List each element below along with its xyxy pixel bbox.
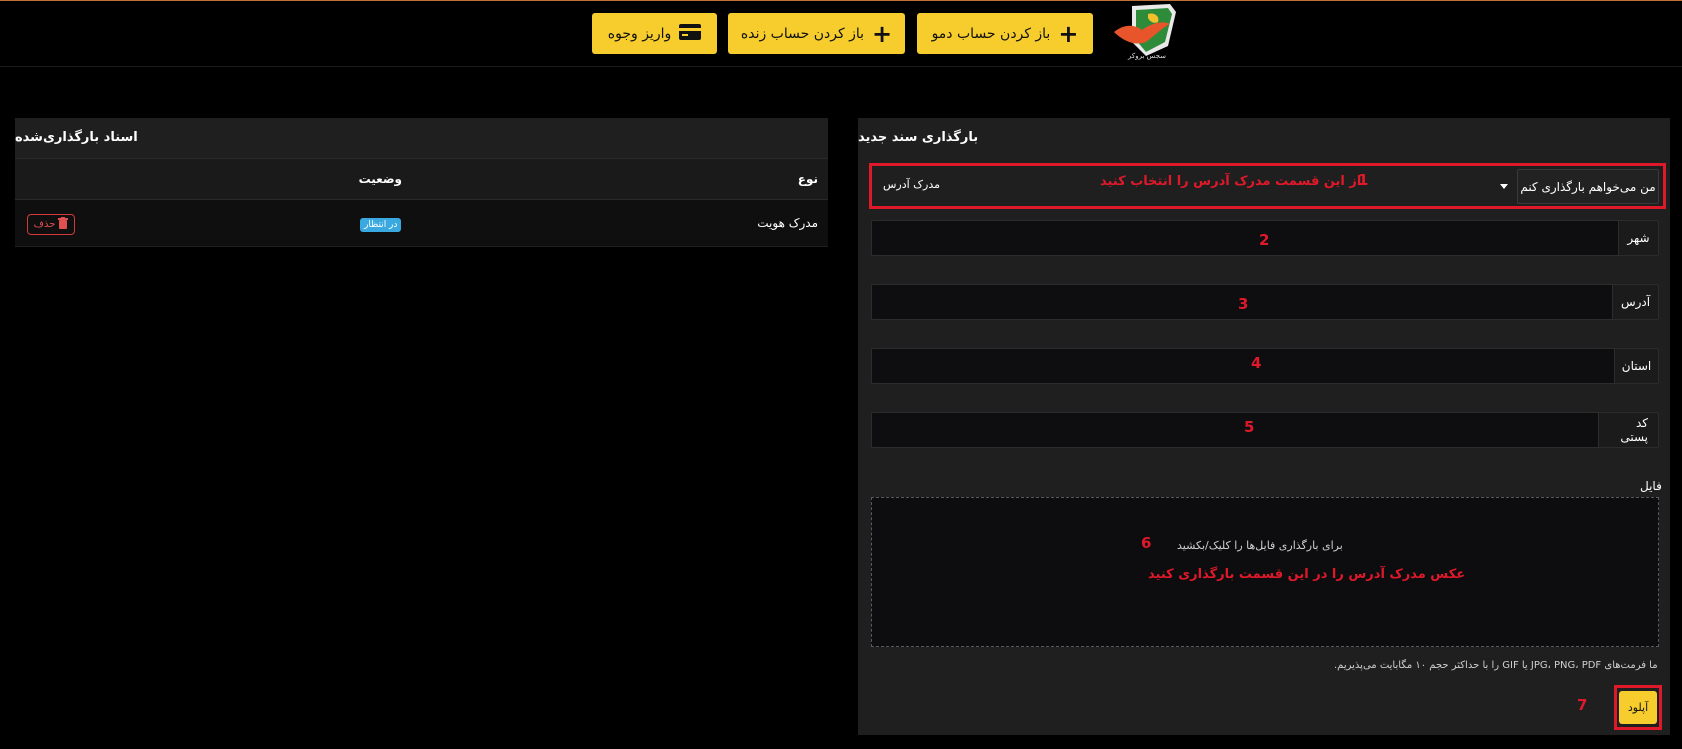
plus-icon: +	[1058, 19, 1079, 48]
province-label: استان	[1614, 349, 1658, 383]
panel-title: اسناد بارگذاری‌شده	[15, 129, 138, 145]
table-row	[15, 200, 828, 246]
brand-logo-text: سجس بروکر	[1128, 52, 1166, 60]
file-label: فایل	[1640, 479, 1662, 493]
postal-code-field[interactable]: کد پستی	[871, 412, 1659, 448]
address-field[interactable]: آدرس	[871, 284, 1659, 320]
credit-card-icon	[679, 23, 702, 44]
delete-button[interactable]: حذف	[27, 214, 75, 235]
annotation-number-5: 5	[1244, 418, 1255, 436]
open-demo-account-button[interactable]: + باز کردن حساب دمو	[917, 13, 1093, 54]
postal-code-input[interactable]	[872, 413, 1597, 447]
annotation-number-3: 3	[1238, 295, 1249, 313]
uploaded-documents-panel: اسناد بارگذاری‌شده	[15, 118, 828, 247]
column-header-type: نوع	[797, 172, 818, 186]
open-live-account-button[interactable]: + باز کردن حساب زنده	[728, 13, 905, 54]
doc-type-dropdown-label[interactable]: من می‌خواهم بارگذاری کنم	[1517, 169, 1659, 204]
panel-title: بارگذاری سند جدید	[858, 129, 979, 145]
province-input[interactable]	[872, 349, 1612, 383]
annotation-number-1: 1	[1358, 171, 1369, 189]
annotation-number-4: 4	[1251, 354, 1262, 372]
annotation-number-7: 7	[1577, 696, 1588, 714]
trash-icon	[58, 217, 69, 232]
annotation-text-6: عکس مدرک آدرس را در این قسمت بارگذاری کن…	[1148, 567, 1466, 582]
table-header	[15, 158, 828, 200]
formats-note: ما فرمت‌های JPG، PNG، PDF یا GIF را با ح…	[1334, 660, 1658, 671]
plus-icon: +	[872, 19, 893, 48]
upload-button[interactable]: آپلود	[1619, 691, 1657, 724]
annotation-text-1: از این قسمت مدرک آدرس را انتخاب کنید	[1100, 174, 1362, 189]
annotation-number-2: 2	[1259, 231, 1270, 249]
top-header: + باز کردن حساب دمو + باز کردن حساب زنده…	[0, 0, 1682, 67]
annotation-number-6: 6	[1141, 534, 1152, 552]
province-field[interactable]: استان	[871, 348, 1659, 384]
doc-type-selected-value[interactable]: مدرک آدرس	[870, 178, 940, 191]
address-label: آدرس	[1612, 285, 1658, 319]
city-input[interactable]	[872, 221, 1612, 255]
row-type: مدرک هویت	[757, 216, 818, 230]
dropzone-instruction: برای بارگذاری فایل‌ها را کلیک/بکشید	[1177, 539, 1343, 552]
postal-code-label: کد پستی	[1598, 413, 1658, 447]
city-label: شهر	[1618, 221, 1658, 255]
deposit-funds-button[interactable]: واریز وجوه	[592, 13, 717, 54]
status-badge: در انتظار	[360, 218, 402, 232]
column-header-status: وضعیت	[358, 172, 402, 186]
chevron-down-icon	[1500, 184, 1508, 189]
